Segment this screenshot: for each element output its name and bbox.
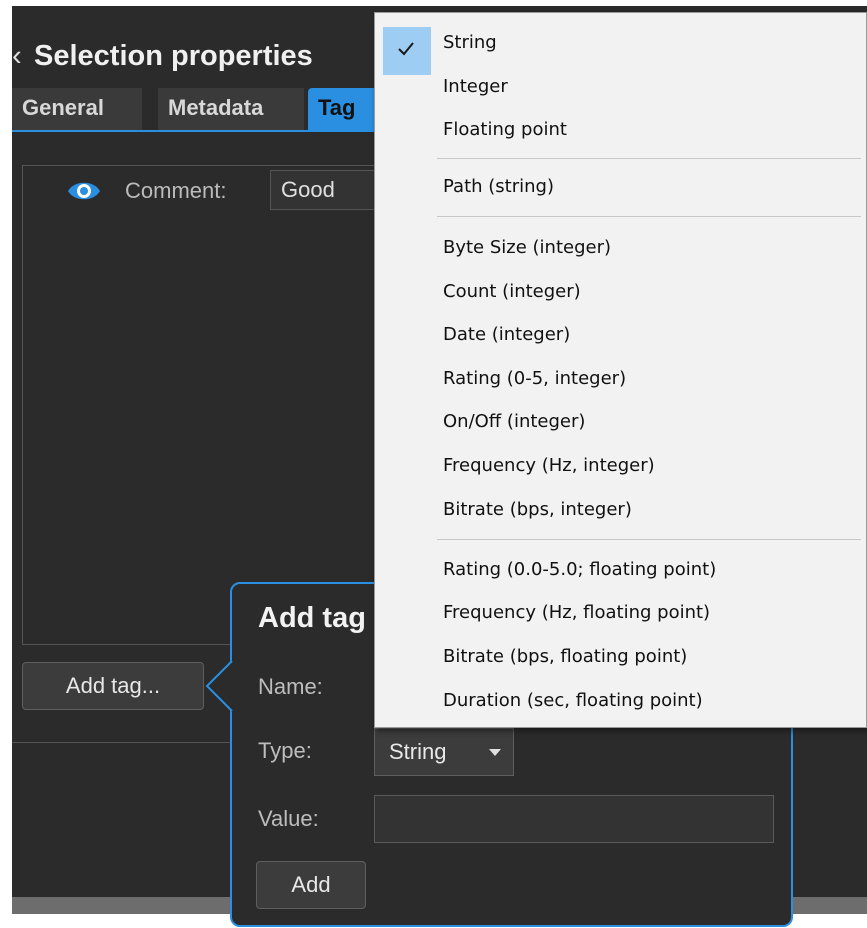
value-input[interactable] [374, 795, 774, 843]
menu-separator [437, 539, 861, 540]
value-label: Value: [258, 806, 319, 831]
background-strip [0, 0, 12, 928]
tab-metadata[interactable]: Metadata [158, 88, 304, 130]
name-label: Name: [258, 674, 323, 699]
menu-item-frequency-float[interactable]: Frequency (Hz, floating point) [443, 600, 710, 626]
chevron-down-icon [489, 749, 501, 756]
eye-icon[interactable] [66, 176, 102, 206]
menu-item-date[interactable]: Date (integer) [443, 322, 570, 348]
tab-general[interactable]: General [12, 88, 142, 130]
menu-item-path[interactable]: Path (string) [443, 174, 554, 200]
type-dropdown[interactable]: String [374, 728, 514, 776]
menu-item-duration-float[interactable]: Duration (sec, floating point) [443, 688, 703, 714]
background-strip [0, 0, 867, 6]
menu-item-rating-integer[interactable]: Rating (0-5, integer) [443, 366, 626, 392]
tags-list [22, 165, 427, 645]
comment-label: Comment: [125, 178, 227, 203]
selected-highlight [383, 27, 431, 75]
menu-item-on-off[interactable]: On/Off (integer) [443, 409, 585, 435]
menu-item-floating-point[interactable]: Floating point [443, 117, 567, 143]
menu-item-byte-size[interactable]: Byte Size (integer) [443, 235, 611, 261]
divider [12, 742, 247, 743]
menu-item-count[interactable]: Count (integer) [443, 279, 581, 305]
panel-header: ‹ Selection properties [12, 36, 313, 76]
type-label: Type: [258, 738, 312, 763]
add-button[interactable]: Add [256, 861, 366, 909]
checkmark-icon [398, 42, 414, 56]
menu-item-bitrate-integer[interactable]: Bitrate (bps, integer) [443, 497, 632, 523]
menu-separator [437, 216, 861, 217]
menu-item-bitrate-float[interactable]: Bitrate (bps, floating point) [443, 644, 687, 670]
type-menu: String Integer Floating point Path (stri… [374, 12, 867, 728]
menu-separator [437, 158, 861, 159]
popup-title: Add tag [258, 602, 366, 634]
back-arrow-icon[interactable]: ‹ [12, 36, 34, 76]
menu-item-string[interactable]: String [443, 30, 497, 56]
menu-item-frequency-integer[interactable]: Frequency (Hz, integer) [443, 453, 655, 479]
panel-title: Selection properties [34, 40, 313, 72]
menu-item-integer[interactable]: Integer [443, 74, 508, 100]
type-dropdown-value: String [389, 739, 447, 764]
popup-pointer [205, 660, 233, 712]
add-tag-button[interactable]: Add tag... [22, 662, 204, 710]
menu-item-rating-float[interactable]: Rating (0.0-5.0; floating point) [443, 557, 716, 583]
